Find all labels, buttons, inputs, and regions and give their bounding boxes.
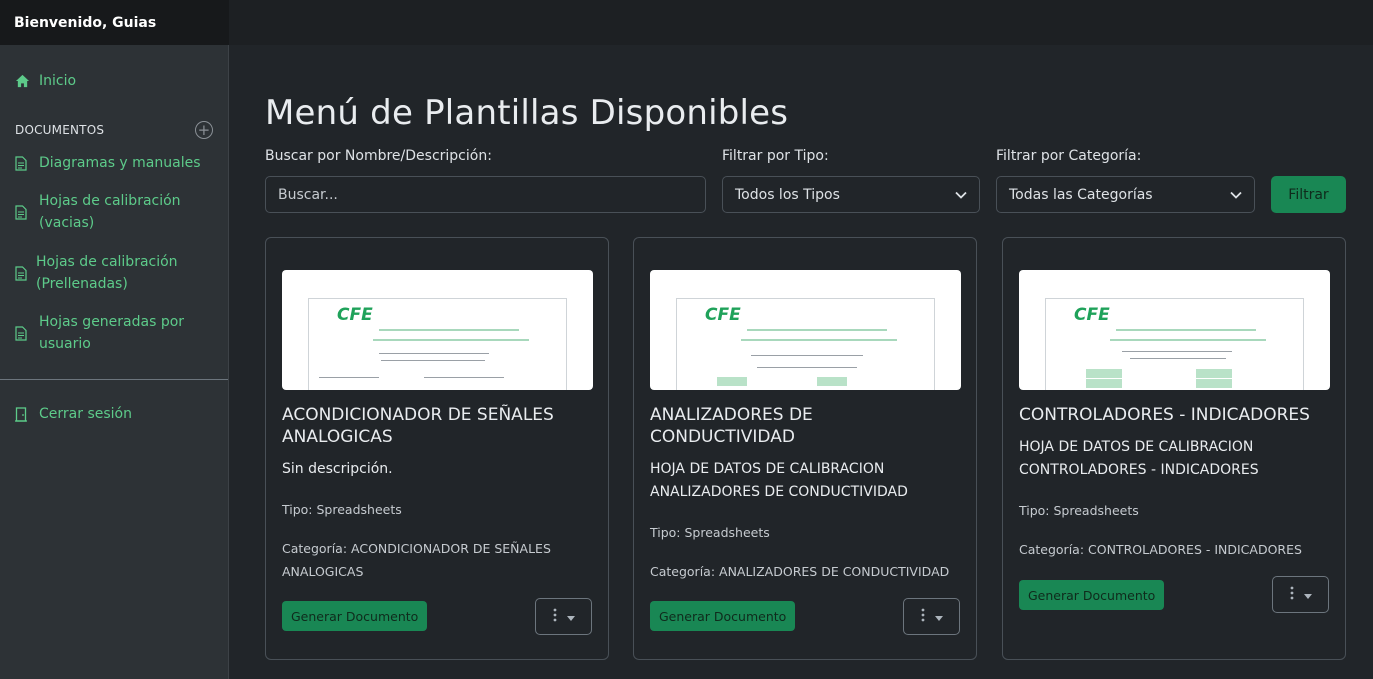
sidebar: Inicio DOCUMENTOS + Diagramas y manuales… [0,45,229,679]
category-filter-value: Todas las Categorías [1009,186,1153,203]
document-icon [15,152,39,174]
door-exit-icon [15,403,39,425]
add-document-button[interactable]: + [195,121,213,139]
generate-document-button[interactable]: Generar Documento [650,601,796,631]
type-filter-value: Todos los Tipos [735,186,840,203]
sidebar-divider [0,379,228,380]
card-type: Tipo: Spreadsheets [282,502,402,517]
card-title: ACONDICIONADOR DE SEÑALES ANALOGICAS [282,405,554,447]
sidebar-item-hojas-prellenadas[interactable]: Hojas de calibración (Prellenadas) [0,251,228,295]
card-category: Categoría: CONTROLADORES - INDICADORES [1019,542,1302,557]
sidebar-item-inicio[interactable]: Inicio [0,70,228,92]
sidebar-item-hojas-usuario[interactable]: Hojas generadas por usuario [0,311,228,355]
kebab-menu-icon [921,608,925,626]
generate-document-button[interactable]: Generar Documento [282,601,428,631]
sidebar-item-label: Diagramas y manuales [39,155,201,171]
sidebar-item-label: Hojas de calibración (vacias) [39,193,181,231]
search-input[interactable] [265,176,706,213]
filter-button[interactable]: Filtrar [1271,176,1346,213]
card-title: CONTROLADORES - INDICADORES [1019,405,1310,425]
home-icon [15,70,39,92]
cfe-logo: CFE [705,305,741,325]
sidebar-item-label: Hojas generadas por usuario [39,314,185,352]
category-filter-select[interactable]: Todas las Categorías [996,176,1255,213]
cfe-logo: CFE [337,305,373,325]
caret-down-icon [934,609,943,625]
welcome-brand: Bienvenido, Guias [0,0,229,45]
sidebar-item-hojas-vacias[interactable]: Hojas de calibración (vacias) [0,190,228,234]
sidebar-item-label: Inicio [39,73,77,89]
logout-label: Cerrar sesión [39,406,132,422]
card-options-dropdown[interactable] [535,598,592,635]
template-card: CFE ANALIZADORES DE CONDUCTIVIDAD HOJA D… [633,237,977,660]
page-title: Menú de Plantillas Disponibles [265,93,789,133]
type-filter-select[interactable]: Todos los Tipos [722,176,980,213]
document-icon [15,322,39,344]
card-description: Sin descripción. [282,461,393,477]
top-bar [229,0,1373,45]
card-options-dropdown[interactable] [903,598,960,635]
card-type: Tipo: Spreadsheets [650,525,770,540]
card-type: Tipo: Spreadsheets [1019,503,1139,518]
sidebar-item-diagramas[interactable]: Diagramas y manuales [0,152,228,174]
template-thumbnail: CFE [1019,270,1330,390]
card-description: HOJA DE DATOS DE CALIBRACION ANALIZADORE… [650,461,908,500]
card-title: ANALIZADORES DE CONDUCTIVIDAD [650,405,813,447]
card-description: HOJA DE DATOS DE CALIBRACION CONTROLADOR… [1019,439,1259,478]
logout-link[interactable]: Cerrar sesión [0,403,228,425]
type-filter-label: Filtrar por Tipo: [722,148,829,164]
card-category: Categoría: ACONDICIONADOR DE SEÑALES ANA… [282,541,551,579]
documents-section-header: DOCUMENTOS + [0,121,228,139]
kebab-menu-icon [1290,586,1294,604]
caret-down-icon [1303,587,1312,603]
search-label: Buscar por Nombre/Descripción: [265,148,492,164]
template-thumbnail: CFE [282,270,593,390]
chevron-down-icon [955,187,967,203]
sidebar-item-label: Hojas de calibración (Prellenadas) [36,254,178,292]
plus-icon: + [197,120,211,139]
document-icon [15,262,36,284]
card-category: Categoría: ANALIZADORES DE CONDUCTIVIDAD [650,564,950,579]
document-icon [15,201,39,223]
generate-document-button[interactable]: Generar Documento [1019,580,1165,610]
caret-down-icon [566,609,575,625]
kebab-menu-icon [553,608,557,626]
cfe-logo: CFE [1074,305,1110,325]
chevron-down-icon [1230,187,1242,203]
category-filter-label: Filtrar por Categoría: [996,148,1142,164]
section-title: DOCUMENTOS [15,123,105,137]
template-card: CFE ACONDICIONADOR DE SEÑALES ANALOGICAS… [265,237,609,660]
main-content: Menú de Plantillas Disponibles Buscar po… [229,45,1373,679]
card-options-dropdown[interactable] [1272,576,1329,613]
template-card: CFE CONTROLADORES - INDICADORES HOJA DE … [1002,237,1346,660]
template-thumbnail: CFE [650,270,961,390]
